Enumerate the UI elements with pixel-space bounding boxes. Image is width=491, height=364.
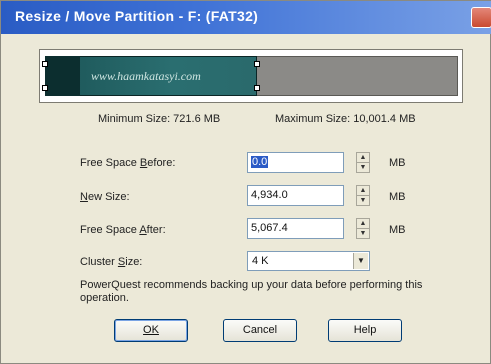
new-size-input[interactable]: 4,934.0	[247, 185, 344, 206]
title-bar[interactable]: Resize / Move Partition - F: (FAT32)	[1, 1, 491, 34]
cluster-size-label: Cluster Size:	[80, 256, 143, 268]
new-size-unit: MB	[389, 191, 406, 203]
free-space-before-label: Free Space Before:	[80, 157, 176, 169]
free-space-before-spinner[interactable]: ▲ ▼	[356, 152, 370, 173]
new-size-spinner[interactable]: ▲ ▼	[356, 185, 370, 206]
help-button[interactable]: Help	[328, 319, 402, 342]
spin-up-icon[interactable]: ▲	[357, 153, 369, 163]
free-space-after-unit: MB	[389, 224, 406, 236]
chevron-down-icon[interactable]: ▼	[353, 253, 368, 269]
minimum-size-label: Minimum Size: 721.6 MB	[98, 113, 221, 125]
cluster-size-select[interactable]: 4 K ▼	[247, 251, 370, 271]
left-resize-handle-bottom[interactable]	[42, 85, 48, 91]
backup-recommendation-text: PowerQuest recommends backing up your da…	[80, 279, 423, 304]
free-space-after-label: Free Space After:	[80, 224, 166, 236]
cancel-button[interactable]: Cancel	[223, 319, 297, 342]
new-size-label: New Size:	[80, 191, 130, 203]
spin-up-icon[interactable]: ▲	[357, 186, 369, 196]
spin-down-icon[interactable]: ▼	[357, 163, 369, 172]
right-resize-handle-top[interactable]	[254, 61, 260, 67]
left-resize-handle-top[interactable]	[42, 61, 48, 67]
free-space-before-input[interactable]: 0.0	[247, 152, 344, 173]
ok-button[interactable]: OK	[114, 319, 188, 342]
free-space-before-value: 0.0	[251, 156, 269, 168]
resize-partition-dialog: Resize / Move Partition - F: (FAT32) www…	[0, 0, 491, 364]
free-space-after-input[interactable]: 5,067.4	[247, 218, 344, 239]
watermark-text: www.haamkatasyi.com	[91, 69, 201, 83]
maximum-size-label: Maximum Size: 10,001.4 MB	[275, 113, 416, 125]
partition-used-shade	[45, 56, 80, 96]
right-resize-handle-bottom[interactable]	[254, 85, 260, 91]
close-button[interactable]	[471, 7, 491, 28]
window-title: Resize / Move Partition - F: (FAT32)	[15, 8, 259, 24]
free-space-before-unit: MB	[389, 157, 406, 169]
free-space-after-spinner[interactable]: ▲ ▼	[356, 218, 370, 239]
spin-down-icon[interactable]: ▼	[357, 229, 369, 238]
spin-up-icon[interactable]: ▲	[357, 219, 369, 229]
cluster-size-value: 4 K	[252, 255, 269, 267]
spin-down-icon[interactable]: ▼	[357, 196, 369, 205]
